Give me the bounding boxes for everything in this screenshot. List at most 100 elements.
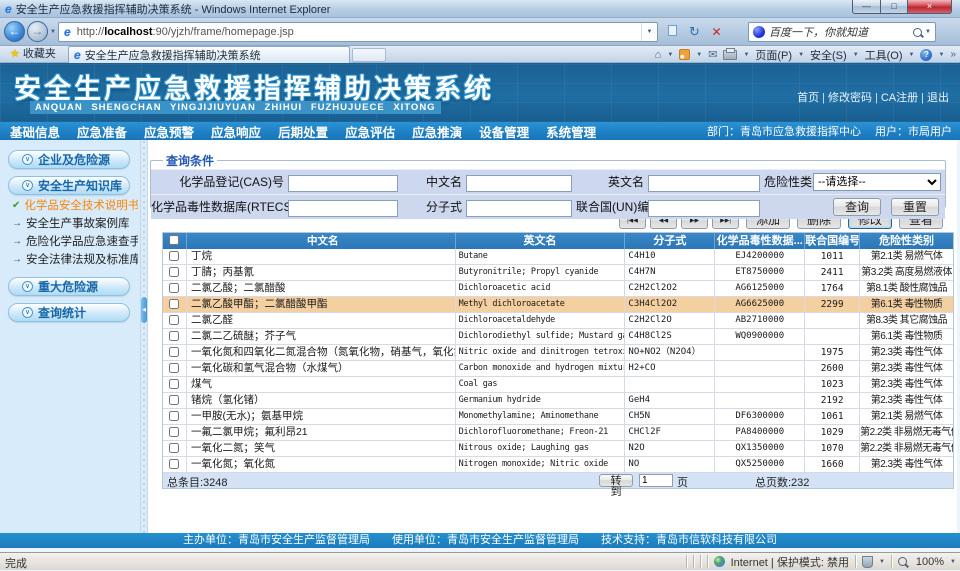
- back-button[interactable]: ←: [4, 21, 25, 42]
- help-dropdown-icon[interactable]: ▼: [938, 52, 944, 58]
- row-checkbox[interactable]: [169, 379, 179, 389]
- protection-icon[interactable]: [862, 556, 873, 568]
- overflow-chevron-icon[interactable]: »: [950, 49, 956, 60]
- print-dropdown-icon[interactable]: ▼: [743, 52, 749, 58]
- select-all-checkbox[interactable]: [169, 235, 179, 245]
- row-checkbox[interactable]: [169, 267, 179, 277]
- nav-item-7[interactable]: 应急推演: [412, 122, 462, 141]
- safety-menu-dropdown-icon[interactable]: ▼: [853, 52, 859, 58]
- row-checkbox[interactable]: [169, 283, 179, 293]
- search-options-icon[interactable]: ▼: [925, 29, 931, 35]
- recent-pages-dropdown-icon[interactable]: ▼: [50, 29, 56, 35]
- sidebar-group-4[interactable]: ∨查询统计: [8, 303, 130, 322]
- table-row[interactable]: 一氧化氮和四氧化二氮混合物（氮氧化物，硝基气，氧化氮气体）Nitric oxid…: [163, 345, 953, 361]
- mail-icon[interactable]: ✉: [708, 48, 717, 61]
- formula-input[interactable]: [466, 200, 572, 217]
- row-checkbox[interactable]: [169, 395, 179, 405]
- address-input[interactable]: e http://localhost:90/yjzh/frame/homepag…: [58, 22, 658, 42]
- stop-button[interactable]: ✕: [706, 22, 727, 42]
- close-button[interactable]: ×: [907, 0, 952, 14]
- frame-splitter[interactable]: ◀: [140, 140, 148, 533]
- zoom-dropdown-icon[interactable]: ▼: [950, 559, 956, 565]
- table-row[interactable]: 二氯二乙硫醚；芥子气Dichlorodiethyl sulfide; Musta…: [163, 329, 953, 345]
- table-row[interactable]: 一氧化二氮；笑气Nitrous oxide; Laughing gasN2OQX…: [163, 441, 953, 457]
- compatibility-view-button[interactable]: [662, 22, 682, 42]
- rtecs-number-input[interactable]: [288, 200, 398, 217]
- goto-page-button[interactable]: 转到: [599, 474, 633, 487]
- reset-button[interactable]: 重置: [891, 198, 939, 216]
- home-icon[interactable]: ⌂: [655, 49, 662, 61]
- row-checkbox[interactable]: [169, 347, 179, 357]
- home-dropdown-icon[interactable]: ▼: [667, 52, 673, 58]
- chinese-name-input[interactable]: [466, 175, 572, 192]
- header-link-2[interactable]: 修改密码: [828, 92, 872, 104]
- row-checkbox[interactable]: [169, 427, 179, 437]
- hazard-class-select[interactable]: --请选择--: [813, 173, 941, 191]
- favorites-button[interactable]: ★收藏夹: [4, 47, 62, 62]
- rss-dropdown-icon[interactable]: ▼: [696, 52, 702, 58]
- table-row[interactable]: 丁烷ButaneC4H10EJ42000001011第2.1类 易燃气体: [163, 249, 953, 265]
- table-row[interactable]: 二氯乙酸；二氯醋酸Dichloroacetic acidC2H2Cl2O2AG6…: [163, 281, 953, 297]
- nav-item-9[interactable]: 系统管理: [546, 122, 596, 141]
- header-link-1[interactable]: 首页: [797, 92, 819, 104]
- english-name-input[interactable]: [648, 175, 760, 192]
- cas-number-input[interactable]: [288, 175, 398, 192]
- table-row[interactable]: 一氟二氯甲烷；氟利昂21Dichlorofluoromethane; Freon…: [163, 425, 953, 441]
- url-dropdown-icon[interactable]: ▼: [641, 23, 657, 41]
- page-tab[interactable]: e 安全生产应急救援指挥辅助决策系统: [68, 46, 350, 63]
- minimize-button[interactable]: —: [852, 0, 880, 14]
- sidebar-item[interactable]: →危险化学品应急速查手...: [12, 233, 138, 249]
- zoom-icon[interactable]: [898, 557, 907, 566]
- help-icon[interactable]: ?: [920, 49, 932, 61]
- forward-button[interactable]: →: [27, 21, 48, 42]
- table-row[interactable]: 煤气Coal gas1023第2.3类 毒性气体: [163, 377, 953, 393]
- protection-dropdown-icon[interactable]: ▼: [879, 559, 885, 565]
- splitter-collapse-handle[interactable]: ◀: [141, 297, 147, 323]
- row-checkbox[interactable]: [169, 331, 179, 341]
- row-checkbox[interactable]: [169, 299, 179, 309]
- table-row[interactable]: 丁腈；丙基氰Butyronitrile; Propyl cyanideC4H7N…: [163, 265, 953, 281]
- nav-item-2[interactable]: 应急准备: [77, 122, 127, 141]
- nav-item-6[interactable]: 应急评估: [345, 122, 395, 141]
- search-button[interactable]: 查询: [833, 198, 881, 216]
- header-link-3[interactable]: CA注册: [881, 92, 918, 104]
- sidebar-item[interactable]: ✔化学品安全技术说明书: [12, 197, 138, 213]
- table-row[interactable]: 二氯乙酸甲酯；二氯醋酸甲酯Methyl dichloroacetateC3H4C…: [163, 297, 953, 313]
- page-number-input[interactable]: [639, 474, 673, 487]
- nav-item-1[interactable]: 基础信息: [10, 122, 60, 141]
- table-row[interactable]: 一氧化碳和氢气混合物（水煤气）Carbon monoxide and hydro…: [163, 361, 953, 377]
- sidebar-group-2[interactable]: ∨安全生产知识库: [8, 176, 130, 195]
- tools-menu-button[interactable]: 工具(O): [865, 47, 903, 63]
- nav-item-4[interactable]: 应急响应: [211, 122, 261, 141]
- print-icon[interactable]: [723, 50, 737, 60]
- row-checkbox[interactable]: [169, 411, 179, 421]
- sidebar-item[interactable]: →安全生产事故案例库: [12, 215, 138, 231]
- row-checkbox[interactable]: [169, 251, 179, 261]
- row-checkbox[interactable]: [169, 443, 179, 453]
- page-menu-button[interactable]: 页面(P): [755, 47, 792, 63]
- row-checkbox[interactable]: [169, 459, 179, 469]
- nav-item-3[interactable]: 应急预警: [144, 122, 194, 141]
- sidebar-item[interactable]: →安全法律法规及标准库: [12, 251, 138, 267]
- sidebar-group-3[interactable]: ∨重大危险源: [8, 277, 130, 296]
- safety-menu-button[interactable]: 安全(S): [810, 47, 847, 63]
- new-tab-button[interactable]: [352, 48, 386, 62]
- tools-menu-dropdown-icon[interactable]: ▼: [909, 52, 915, 58]
- row-checkbox[interactable]: [169, 315, 179, 325]
- search-icon[interactable]: [913, 28, 922, 37]
- maximize-button[interactable]: □: [880, 0, 907, 14]
- row-checkbox[interactable]: [169, 363, 179, 373]
- page-menu-dropdown-icon[interactable]: ▼: [798, 52, 804, 58]
- sidebar-group-1[interactable]: ∨企业及危险源: [8, 150, 130, 169]
- nav-item-5[interactable]: 后期处置: [278, 122, 328, 141]
- refresh-button[interactable]: ↻: [684, 22, 705, 42]
- table-row[interactable]: 一甲胺(无水)；氨基甲烷Monomethylamine; Aminomethan…: [163, 409, 953, 425]
- table-row[interactable]: 锗烷（氢化锗）Germanium hydrideGeH42192第2.3类 毒性…: [163, 393, 953, 409]
- rss-feed-icon[interactable]: [679, 49, 690, 60]
- search-input[interactable]: 百度一下，你就知道 ▼: [748, 22, 936, 42]
- un-number-input[interactable]: [648, 200, 760, 217]
- table-row[interactable]: 一氧化氮；氧化氮Nitrogen monoxide; Nitric oxideN…: [163, 457, 953, 473]
- header-link-4[interactable]: 退出: [927, 92, 949, 104]
- nav-item-8[interactable]: 设备管理: [479, 122, 529, 141]
- table-row[interactable]: 二氯乙醛DichloroacetaldehydeC2H2Cl2OAB271000…: [163, 313, 953, 329]
